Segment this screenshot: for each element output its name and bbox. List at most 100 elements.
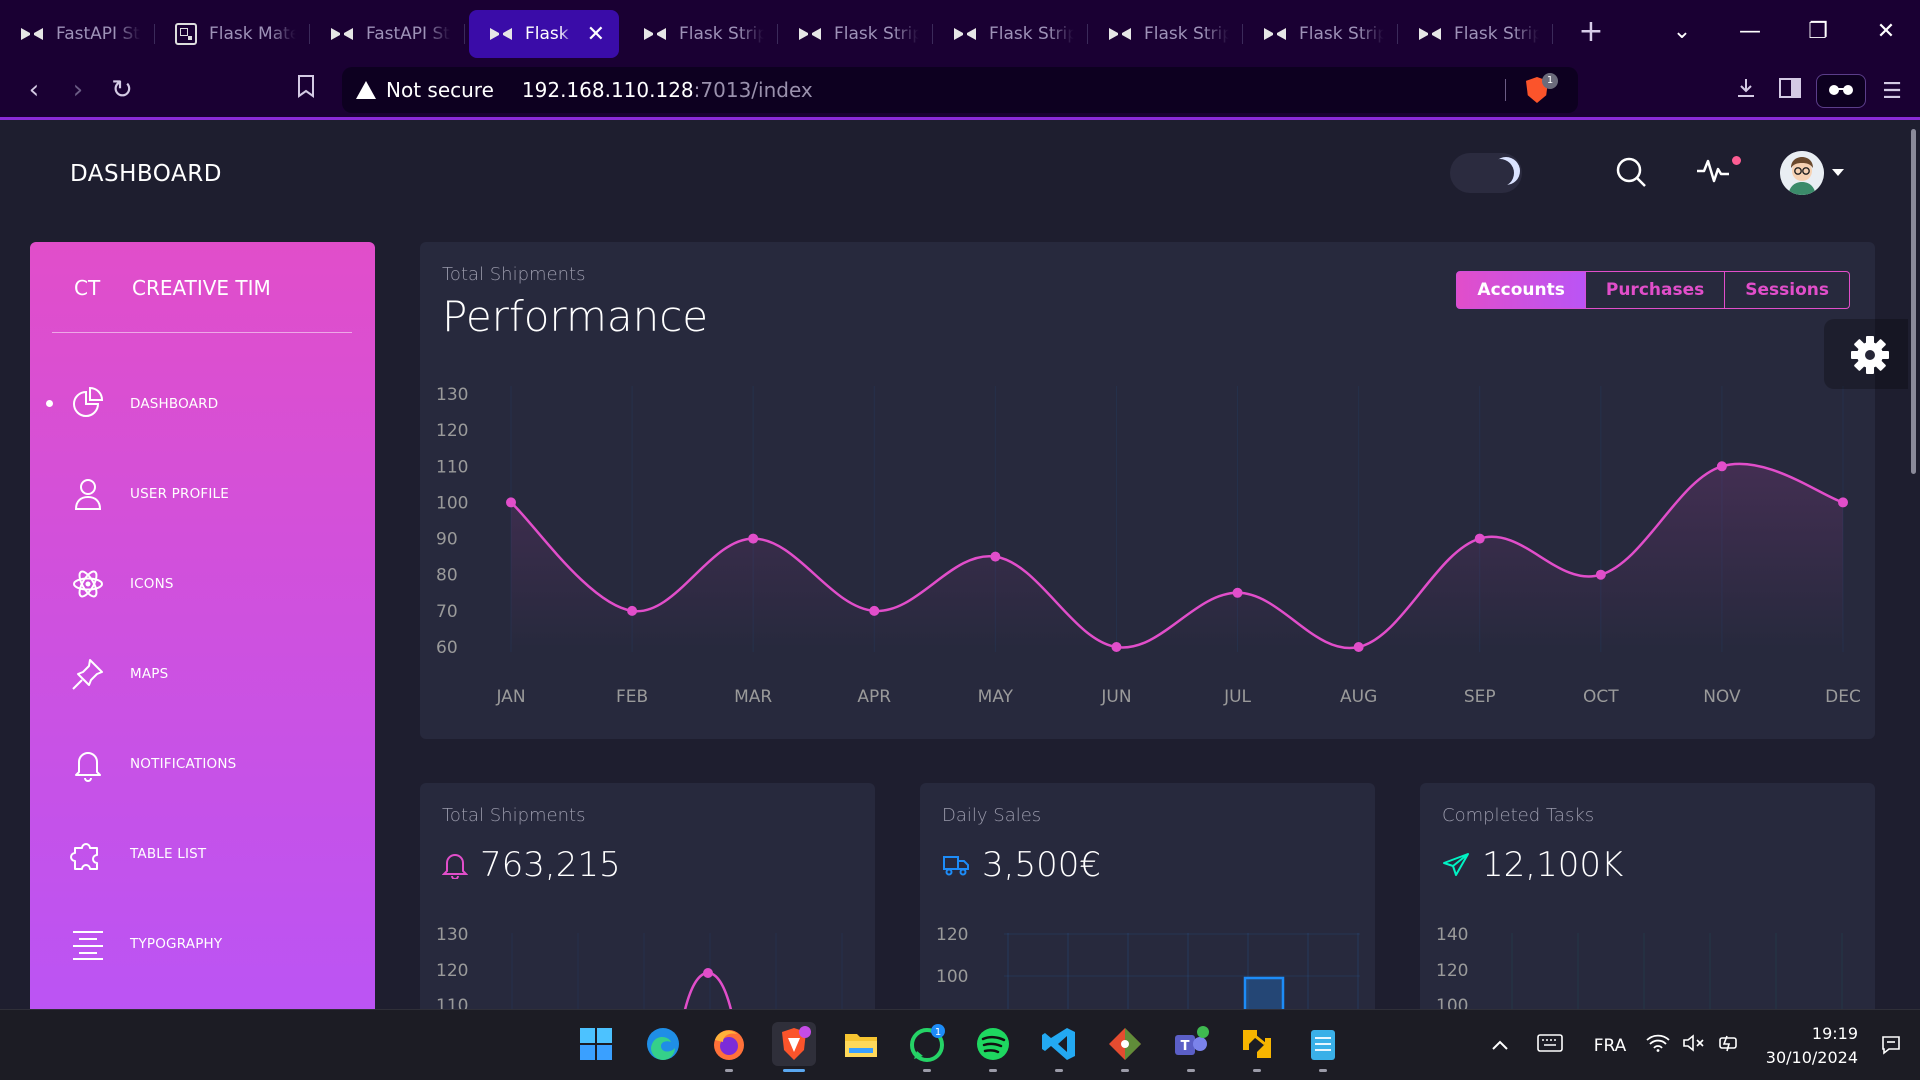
url-host[interactable]: 192.168.110.128 <box>522 78 694 102</box>
bowtie-icon <box>1264 28 1286 40</box>
back-button[interactable]: ‹ <box>12 75 56 105</box>
sidebar-toggle-icon[interactable] <box>1768 78 1812 104</box>
tab-title: Flask Stripe <box>989 24 1074 44</box>
firefox-icon <box>714 1030 744 1060</box>
reader-mode-icon[interactable] <box>1816 74 1866 108</box>
data-point <box>1474 533 1485 544</box>
chevron-down-icon[interactable] <box>1832 169 1844 176</box>
bell-icon <box>75 752 101 782</box>
close-tab-icon[interactable]: ✕ <box>587 22 605 47</box>
spotify-app[interactable] <box>971 1022 1015 1072</box>
brand[interactable]: CT CREATIVE TIM <box>74 276 271 300</box>
folder-icon <box>845 1034 877 1057</box>
scrollbar-thumb[interactable] <box>1911 129 1916 474</box>
vscode-app[interactable] <box>1037 1022 1081 1072</box>
data-point <box>1353 642 1364 652</box>
new-tab-button[interactable]: + <box>1571 14 1611 49</box>
sidebar-item-label: TYPOGRAPHY <box>130 936 223 952</box>
teams-app[interactable]: T <box>1169 1022 1213 1072</box>
whatsapp-app[interactable]: 1 <box>905 1022 949 1072</box>
avatar[interactable] <box>1780 151 1824 195</box>
sidebar-item-label: MAPS <box>130 666 169 682</box>
wifi-icon[interactable] <box>1640 1034 1676 1057</box>
browser-tab[interactable]: Flask Stripe <box>1398 10 1553 58</box>
data-point <box>1232 587 1243 598</box>
running-indicator <box>1319 1069 1327 1072</box>
restore-button[interactable]: ❐ <box>1784 19 1852 44</box>
notification-center-icon[interactable] <box>1880 1034 1902 1060</box>
brave-icon <box>782 1026 811 1060</box>
file-explorer-app[interactable] <box>839 1022 883 1066</box>
forward-button[interactable]: › <box>56 75 100 105</box>
bookmark-icon[interactable] <box>284 74 328 105</box>
y-tick-label: 130 <box>436 925 468 945</box>
page-scrollbar[interactable] <box>1908 123 1920 1009</box>
settings-button[interactable] <box>1824 319 1908 389</box>
logo-mini[interactable]: CT <box>74 276 132 300</box>
browser-tab[interactable]: Flask Black ✕ <box>469 10 619 58</box>
search-icon[interactable] <box>1614 155 1648 193</box>
browser-tab[interactable]: Flask Stripe <box>623 10 778 58</box>
x-tick-label: MAR <box>734 687 772 707</box>
tab-title: Flask Material <box>209 24 296 44</box>
data-point <box>869 605 880 616</box>
volume-muted-icon[interactable] <box>1676 1034 1712 1057</box>
system-tray: FRA <box>1480 1010 1748 1080</box>
sidebar: CT CREATIVE TIM DASHBOARD USER PROFILE I… <box>30 242 375 1009</box>
filezilla-app[interactable] <box>1235 1022 1279 1072</box>
browser-tab[interactable]: Flask Stripe <box>1243 10 1398 58</box>
logo-text[interactable]: CREATIVE TIM <box>132 276 271 300</box>
running-indicator <box>1055 1069 1063 1072</box>
dark-mode-toggle[interactable] <box>1450 153 1522 193</box>
y-tick-label: 100 <box>936 967 968 987</box>
url-path[interactable]: :7013/index <box>694 78 813 102</box>
close-window-button[interactable]: ✕ <box>1852 19 1920 44</box>
y-tick-label: 110 <box>436 457 468 477</box>
browser-tab[interactable]: Flask Stripe <box>1088 10 1243 58</box>
browser-tab[interactable]: Flask Stripe <box>778 10 933 58</box>
sidebar-item-notifications[interactable]: NOTIFICATIONS <box>70 739 360 789</box>
battery-charging-icon[interactable] <box>1712 1033 1748 1058</box>
security-label[interactable]: Not secure <box>386 78 494 102</box>
x-tick-label: DEC <box>1825 687 1861 707</box>
browser-tab[interactable]: FastAPI Stripe <box>310 10 465 58</box>
language-indicator[interactable]: FRA <box>1580 1036 1640 1056</box>
address-bar[interactable]: Not secure 192.168.110.128:7013/index 1 <box>342 67 1578 113</box>
system-clock[interactable]: 19:19 30/10/2024 <box>1766 1022 1858 1070</box>
chevron-up-icon[interactable] <box>1480 1036 1520 1056</box>
y-tick-label: 120 <box>436 421 468 441</box>
edge-icon <box>647 1028 679 1060</box>
y-tick-label: 70 <box>436 602 458 622</box>
browser-tab[interactable]: Flask Material <box>155 10 310 58</box>
download-icon[interactable] <box>1724 77 1768 105</box>
activity-pulse-icon[interactable] <box>1695 157 1731 187</box>
windows-logo-icon <box>580 1028 612 1060</box>
data-point <box>1111 642 1122 652</box>
y-tick-label: 100 <box>1436 996 1468 1009</box>
x-tick-label: AUG <box>1340 687 1377 707</box>
bowtie-icon <box>21 28 43 40</box>
sidebar-item-user-profile[interactable]: USER PROFILE <box>70 469 360 519</box>
sidebar-item-icons[interactable]: ICONS <box>70 559 360 609</box>
browser-tab[interactable]: Flask Stripe <box>933 10 1088 58</box>
toolbar-right: ☰ <box>1724 62 1920 120</box>
tab-title: Flask Stripe <box>679 24 764 44</box>
notepad-app[interactable] <box>1301 1022 1345 1072</box>
start-button[interactable] <box>574 1022 618 1066</box>
menu-icon[interactable]: ☰ <box>1870 79 1914 104</box>
minimize-button[interactable]: — <box>1716 19 1784 44</box>
tab-list-chevron-icon[interactable]: ⌄ <box>1648 19 1716 44</box>
sidebar-item-typography[interactable]: TYPOGRAPHY <box>70 919 360 969</box>
git-app[interactable] <box>1103 1022 1147 1072</box>
reload-button[interactable]: ↻ <box>100 75 144 105</box>
keyboard-icon[interactable] <box>1520 1034 1580 1057</box>
tab-title: FastAPI Stripe <box>366 24 451 44</box>
firefox-app[interactable] <box>707 1022 751 1072</box>
browser-tab[interactable]: FastAPI Stripe <box>0 10 155 58</box>
brave-app[interactable] <box>772 1022 816 1072</box>
edge-app[interactable] <box>641 1022 685 1066</box>
sidebar-item-table-list[interactable]: TABLE LIST <box>70 829 360 879</box>
sidebar-item-dashboard[interactable]: DASHBOARD <box>70 379 360 429</box>
x-tick-label: OCT <box>1583 687 1619 707</box>
sidebar-item-maps[interactable]: MAPS <box>70 649 360 699</box>
